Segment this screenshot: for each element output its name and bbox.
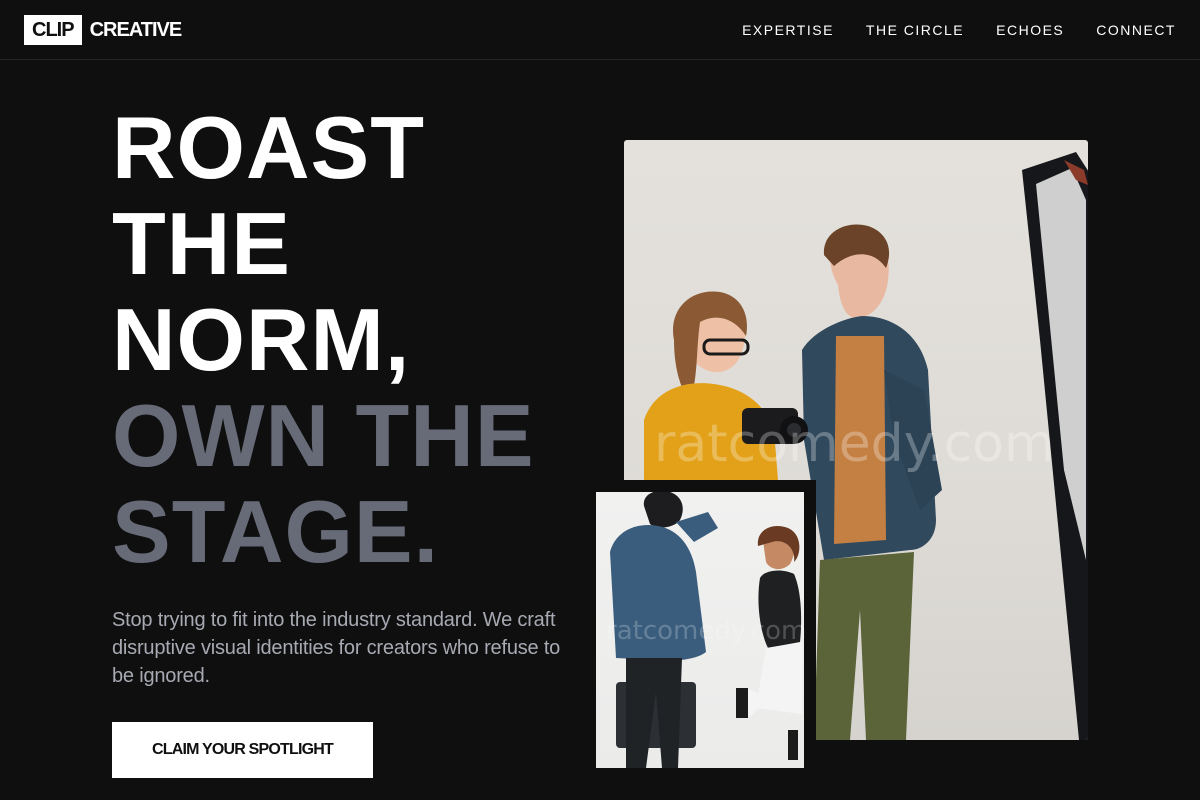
claim-spotlight-button[interactable]: CLAIM YOUR SPOTLIGHT bbox=[112, 722, 373, 778]
brand-logo[interactable]: CLIP CREATIVE bbox=[24, 15, 183, 45]
nav-item-the-circle[interactable]: THE CIRCLE bbox=[866, 22, 964, 38]
logo-wordmark: CREATIVE bbox=[89, 19, 183, 41]
site-header: CLIP CREATIVE EXPERTISE THE CIRCLE ECHOE… bbox=[0, 0, 1200, 60]
headline-line-1: ROAST bbox=[112, 98, 425, 197]
inset-photo-photoshoot bbox=[596, 492, 804, 768]
headline-line-3: NORM, bbox=[112, 290, 411, 389]
main-nav: EXPERTISE THE CIRCLE ECHOES CONNECT bbox=[742, 0, 1176, 60]
nav-item-echoes[interactable]: ECHOES bbox=[996, 22, 1064, 38]
headline-line-2: THE bbox=[112, 194, 291, 293]
headline-muted-line-1: OWN THE bbox=[112, 386, 535, 485]
logo-box: CLIP bbox=[24, 15, 82, 45]
hero-description: Stop trying to fit into the industry sta… bbox=[112, 609, 561, 687]
headline-muted-line-2: STAGE. bbox=[112, 482, 440, 581]
nav-item-expertise[interactable]: EXPERTISE bbox=[742, 22, 834, 38]
hero-headline: ROAST THE NORM, OWN THE STAGE. bbox=[112, 100, 535, 580]
nav-item-connect[interactable]: CONNECT bbox=[1096, 22, 1176, 38]
